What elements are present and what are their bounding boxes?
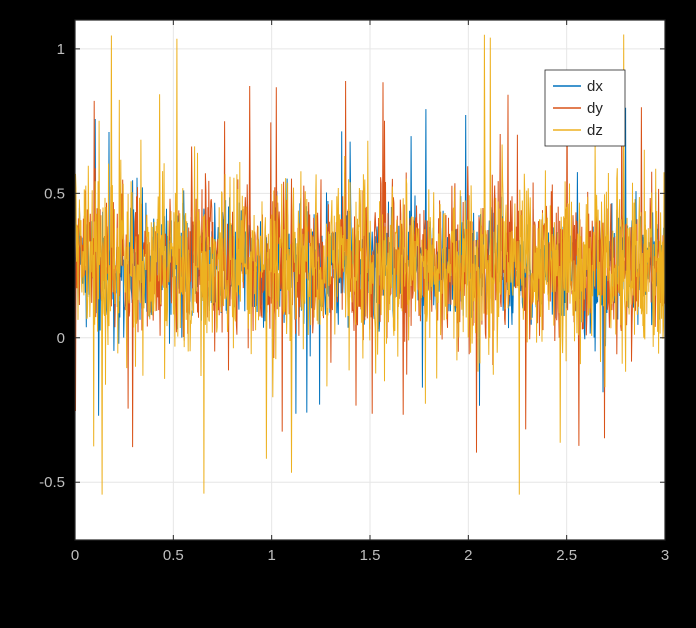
x-tick-label: 1.5 [360,547,381,564]
chart-container: 0 0.5 1 1.5 2 2.5 3 -0.5 0 0.5 1 dx dy dz [0,0,696,628]
x-tick-label: 2.5 [556,547,577,564]
chart-svg: 0 0.5 1 1.5 2 2.5 3 -0.5 0 0.5 1 dx dy dz [0,0,696,628]
x-tick-label: 0.5 [163,547,184,564]
x-tick-label: 1 [267,547,275,564]
legend-label: dz [587,122,603,139]
x-tick-label: 3 [661,547,669,564]
y-tick-label: 1 [57,41,65,58]
y-tick-label: -0.5 [39,474,65,491]
legend-label: dy [587,100,603,117]
x-tick-label: 0 [71,547,79,564]
legend-label: dx [587,78,603,95]
y-tick-label: 0.5 [44,185,65,202]
y-tick-label: 0 [57,330,65,347]
legend: dx dy dz [545,70,625,146]
x-tick-label: 2 [464,547,472,564]
